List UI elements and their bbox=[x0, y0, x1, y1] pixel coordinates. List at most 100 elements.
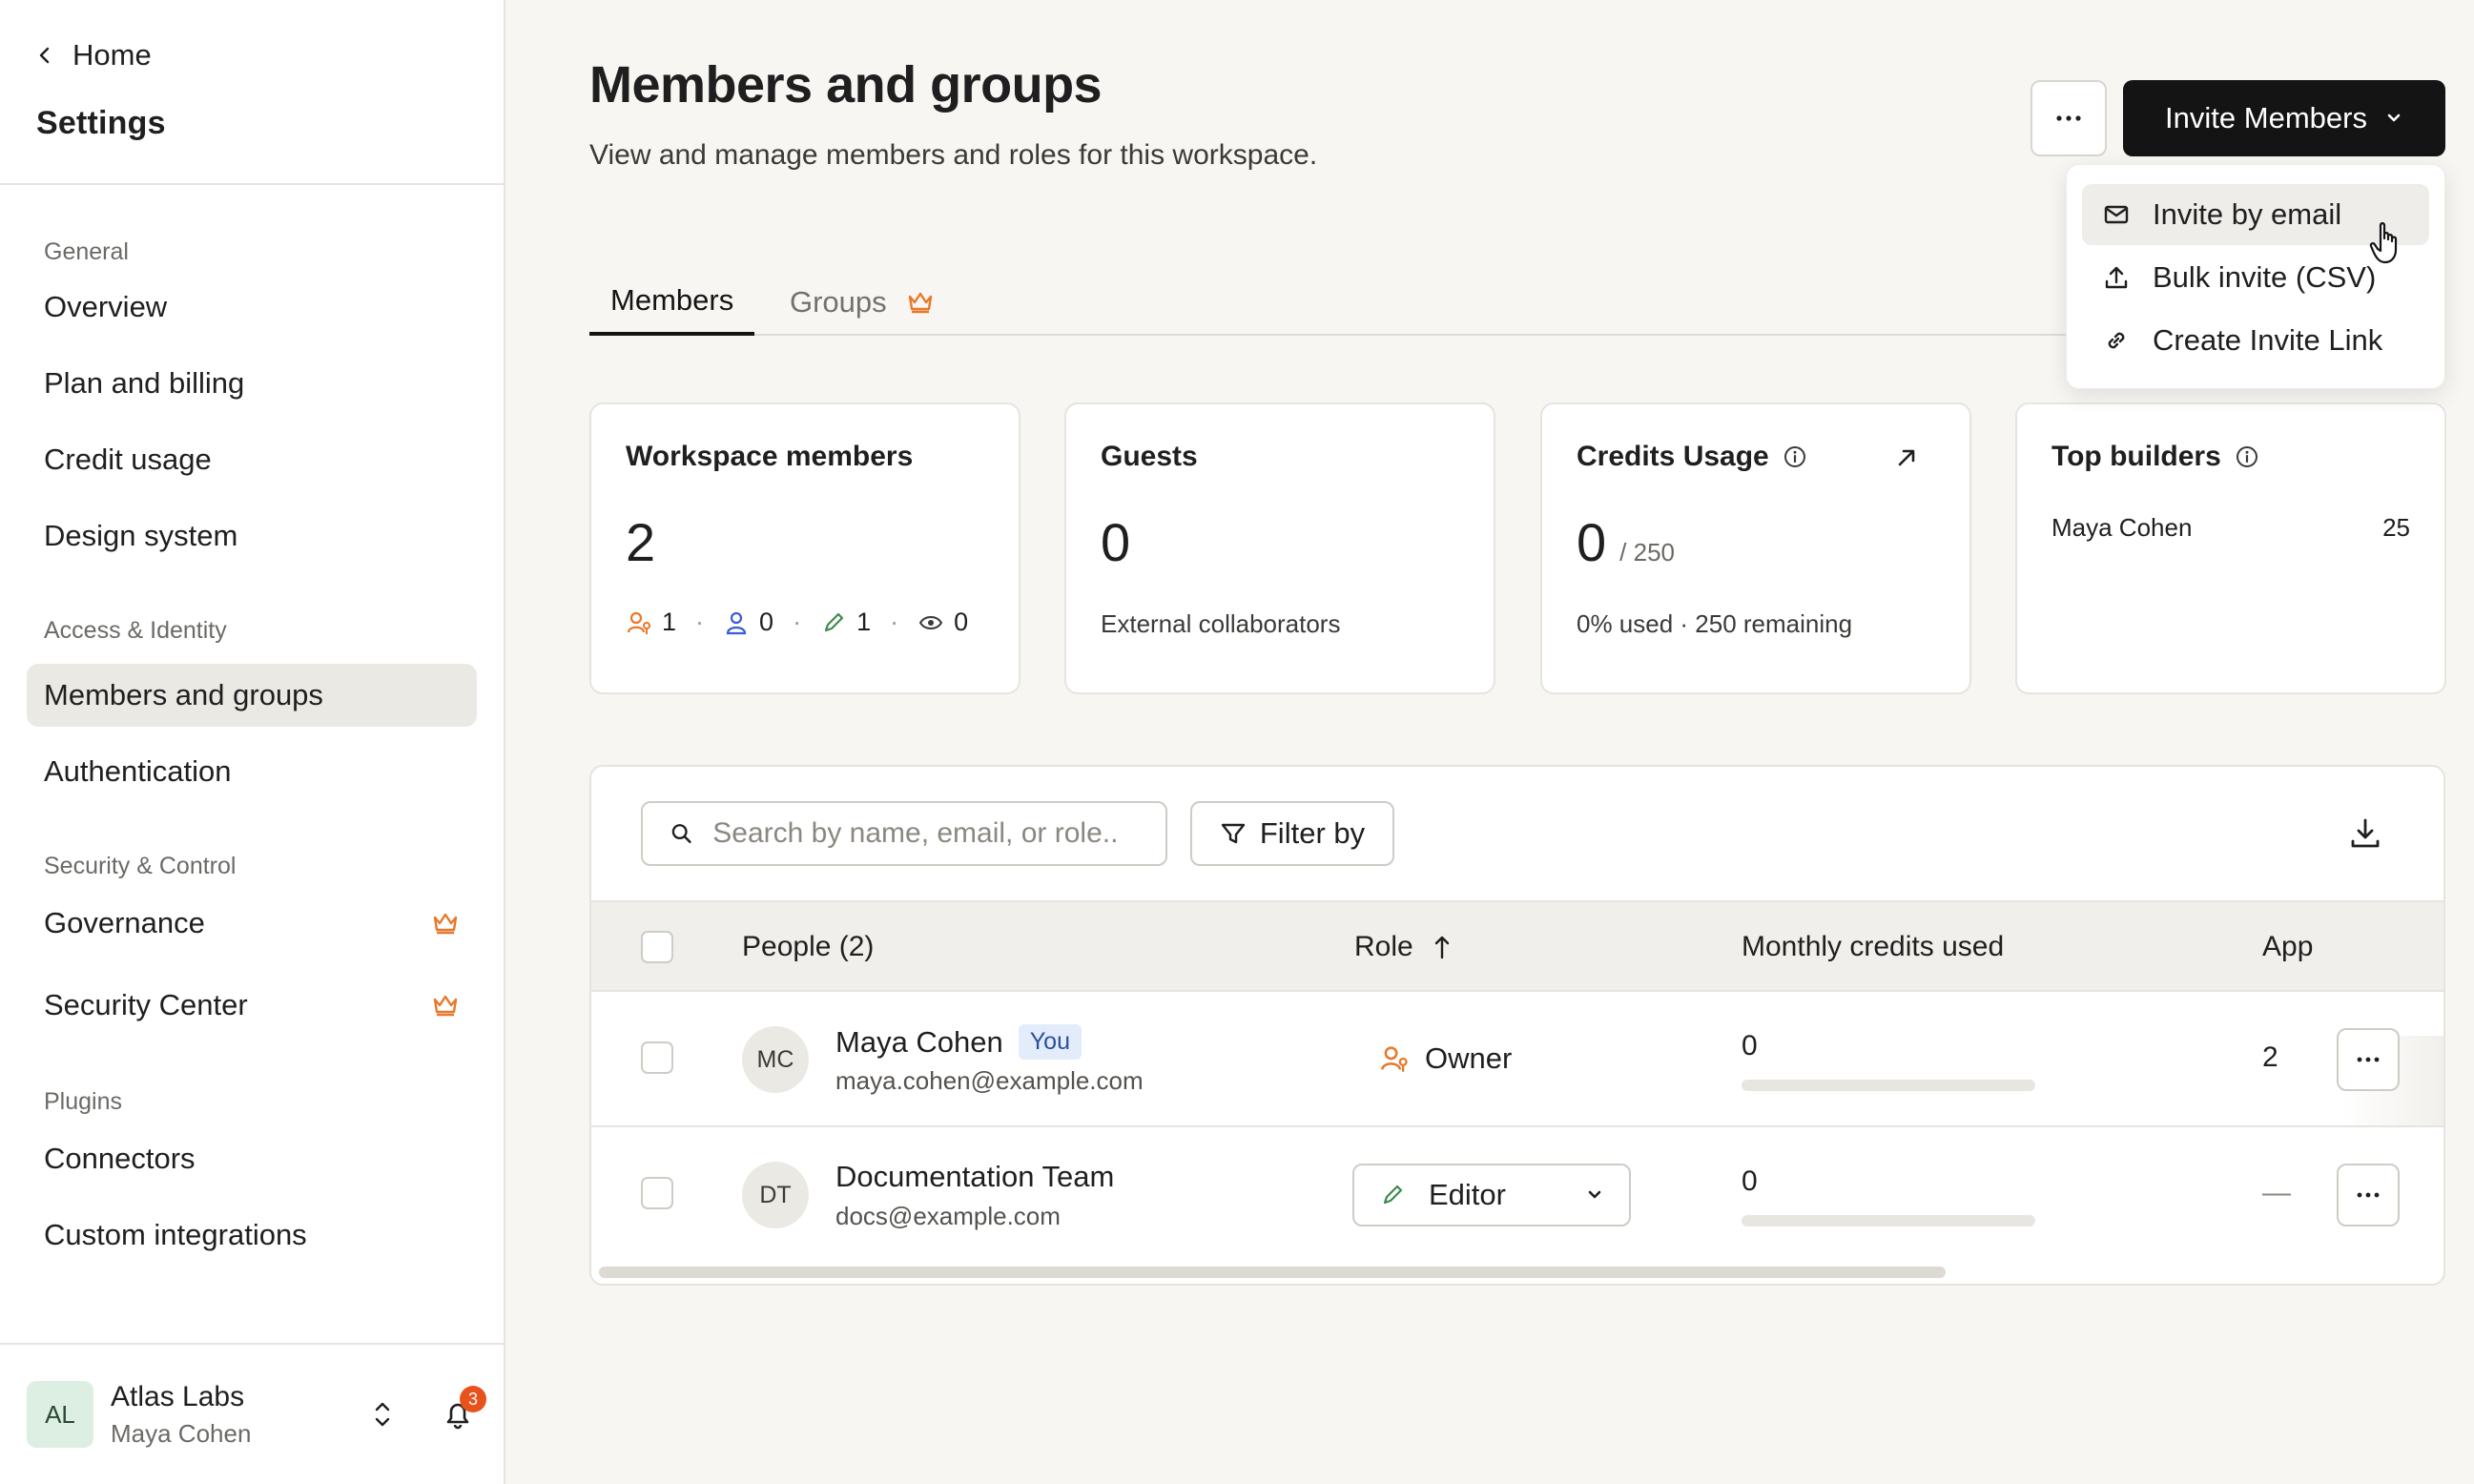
home-link[interactable]: Home bbox=[36, 38, 504, 72]
sidebar-item-label: Credit usage bbox=[44, 443, 212, 476]
eye-icon bbox=[918, 615, 943, 629]
sidebar-item-custom-integrations[interactable]: Custom integrations bbox=[27, 1204, 477, 1267]
tab-groups[interactable]: Groups bbox=[790, 269, 935, 336]
upload-icon bbox=[2105, 266, 2128, 289]
info-icon[interactable] bbox=[1783, 444, 1807, 469]
sidebar-item-security-center[interactable]: Security Center bbox=[27, 974, 477, 1037]
sidebar-item-plan-billing[interactable]: Plan and billing bbox=[27, 352, 477, 415]
credits-progress-bar bbox=[1742, 1215, 2035, 1226]
sidebar-item-label: Custom integrations bbox=[44, 1218, 307, 1251]
row-more-button[interactable] bbox=[2337, 1164, 2400, 1226]
card-title: Credits Usage bbox=[1577, 441, 1769, 472]
sidebar-title: Settings bbox=[36, 105, 166, 141]
sidebar-item-label: Connectors bbox=[44, 1142, 196, 1175]
invite-members-button[interactable]: Invite Members bbox=[2123, 80, 2445, 156]
role-label: Owner bbox=[1425, 1041, 1513, 1075]
select-all-checkbox[interactable] bbox=[641, 931, 673, 963]
top-builder-row: Maya Cohen 25 bbox=[2051, 513, 2410, 543]
role-counts: 1 · 0 · 1 · 0 bbox=[626, 608, 984, 637]
row-checkbox[interactable] bbox=[641, 1041, 673, 1074]
sidebar-item-overview[interactable]: Overview bbox=[27, 276, 477, 339]
sidebar-nav: General Overview Plan and billing Credit… bbox=[0, 238, 504, 1267]
person-name: Documentation Team bbox=[835, 1160, 1115, 1193]
column-apps[interactable]: App bbox=[2262, 931, 2313, 963]
card-top-builders: Top builders Maya Cohen 25 bbox=[2015, 402, 2446, 694]
column-people[interactable]: People (2) bbox=[742, 931, 874, 963]
editor-count: 1 bbox=[856, 608, 872, 636]
table-row[interactable]: MC Maya Cohen You maya.cohen@example.com… bbox=[591, 992, 2443, 1127]
column-label: People (2) bbox=[742, 931, 875, 962]
horizontal-scrollbar[interactable] bbox=[599, 1267, 1946, 1278]
crown-icon bbox=[433, 995, 458, 1017]
card-title-wrap: Top builders bbox=[2051, 441, 2410, 473]
row-more-button[interactable] bbox=[2337, 1028, 2400, 1091]
sidebar-item-credit-usage[interactable]: Credit usage bbox=[27, 428, 477, 491]
search-input[interactable] bbox=[712, 817, 1139, 850]
role-select[interactable]: Editor bbox=[1352, 1164, 1631, 1226]
filter-label: Filter by bbox=[1259, 816, 1366, 850]
download-icon[interactable] bbox=[2348, 816, 2382, 851]
separator-dot: · bbox=[793, 608, 802, 636]
invite-dropdown-menu: Invite by email Bulk invite (CSV) Create… bbox=[2066, 164, 2445, 389]
card-guests: Guests 0 External collaborators bbox=[1064, 402, 1495, 694]
card-limit: / 250 bbox=[1619, 538, 1675, 567]
card-value: 0 bbox=[1577, 512, 1607, 572]
workspace-info: Atlas Labs Maya Cohen bbox=[111, 1381, 370, 1449]
menu-item-label: Bulk invite (CSV) bbox=[2153, 260, 2377, 294]
card-value: 2 bbox=[626, 512, 656, 572]
crown-icon bbox=[908, 292, 932, 314]
sidebar-item-label: Security Center bbox=[44, 988, 248, 1021]
filter-button[interactable]: Filter by bbox=[1190, 801, 1394, 866]
credits-value: 0 bbox=[1742, 1030, 1758, 1061]
role-static: Owner bbox=[1379, 1041, 1512, 1076]
workspace-avatar: AL bbox=[27, 1381, 93, 1448]
builder-value: 25 bbox=[2382, 513, 2410, 542]
info-icon[interactable] bbox=[2235, 444, 2259, 469]
owner-icon bbox=[627, 611, 650, 634]
sidebar-item-label: Plan and billing bbox=[44, 366, 245, 400]
owner-icon bbox=[1381, 1046, 1408, 1072]
more-horizontal-icon bbox=[2357, 1057, 2380, 1062]
section-general: General bbox=[44, 238, 129, 265]
card-credits-usage[interactable]: Credits Usage 0 / 250 0% used · 250 remai… bbox=[1540, 402, 1971, 694]
tab-members[interactable]: Members bbox=[589, 269, 755, 336]
card-workspace-members: Workspace members 2 1 · 0 · 1 · 0 bbox=[589, 402, 1021, 694]
sidebar-item-authentication[interactable]: Authentication bbox=[27, 740, 477, 803]
card-title: Guests bbox=[1101, 441, 1198, 472]
section-plugins: Plugins bbox=[44, 1088, 122, 1115]
chevron-down-icon bbox=[2387, 113, 2401, 122]
card-value-wrap: 0 / 250 bbox=[1577, 511, 1935, 573]
mail-icon bbox=[2104, 205, 2129, 224]
sidebar-item-connectors[interactable]: Connectors bbox=[27, 1127, 477, 1190]
notifications-button[interactable]: 3 bbox=[439, 1386, 486, 1433]
hand-pointer-icon bbox=[2369, 222, 2398, 264]
card-subtext: External collaborators bbox=[1101, 609, 1341, 638]
row-checkbox[interactable] bbox=[641, 1177, 673, 1209]
viewer-count: 0 bbox=[954, 608, 969, 636]
sidebar-item-label: Design system bbox=[44, 519, 238, 552]
more-options-button[interactable] bbox=[2031, 80, 2107, 156]
workspace-switcher[interactable]: AL Atlas Labs Maya Cohen 3 bbox=[0, 1343, 504, 1484]
card-title: Workspace members bbox=[626, 441, 914, 472]
sidebar-item-label: Governance bbox=[44, 906, 205, 939]
credits-value: 0 bbox=[1742, 1165, 1758, 1197]
invite-members-label: Invite Members bbox=[2165, 101, 2367, 134]
credits-progress-bar bbox=[1742, 1080, 2035, 1091]
sidebar: Home Settings General Overview Plan and … bbox=[0, 0, 505, 1484]
chevron-left-icon bbox=[39, 47, 50, 64]
column-label: Monthly credits used bbox=[1742, 931, 2005, 962]
column-monthly-credits[interactable]: Monthly credits used bbox=[1742, 931, 2004, 963]
chevron-up-down-icon[interactable] bbox=[370, 1398, 395, 1431]
person-name: Maya Cohen bbox=[835, 1024, 1003, 1059]
sidebar-item-governance[interactable]: Governance bbox=[27, 892, 477, 955]
column-role[interactable]: Role bbox=[1354, 931, 1452, 963]
table-row[interactable]: DT Documentation Team docs@example.com E… bbox=[591, 1127, 2443, 1263]
menu-item-create-invite-link[interactable]: Create Invite Link bbox=[2082, 310, 2429, 371]
sidebar-item-members-groups[interactable]: Members and groups bbox=[27, 664, 477, 727]
more-horizontal-icon bbox=[2056, 115, 2081, 121]
menu-item-label: Create Invite Link bbox=[2153, 323, 2383, 357]
column-label: Role bbox=[1354, 931, 1413, 962]
sidebar-item-design-system[interactable]: Design system bbox=[27, 505, 477, 567]
external-arrow-icon[interactable] bbox=[1895, 446, 1918, 469]
builder-name: Maya Cohen bbox=[2051, 513, 2193, 542]
